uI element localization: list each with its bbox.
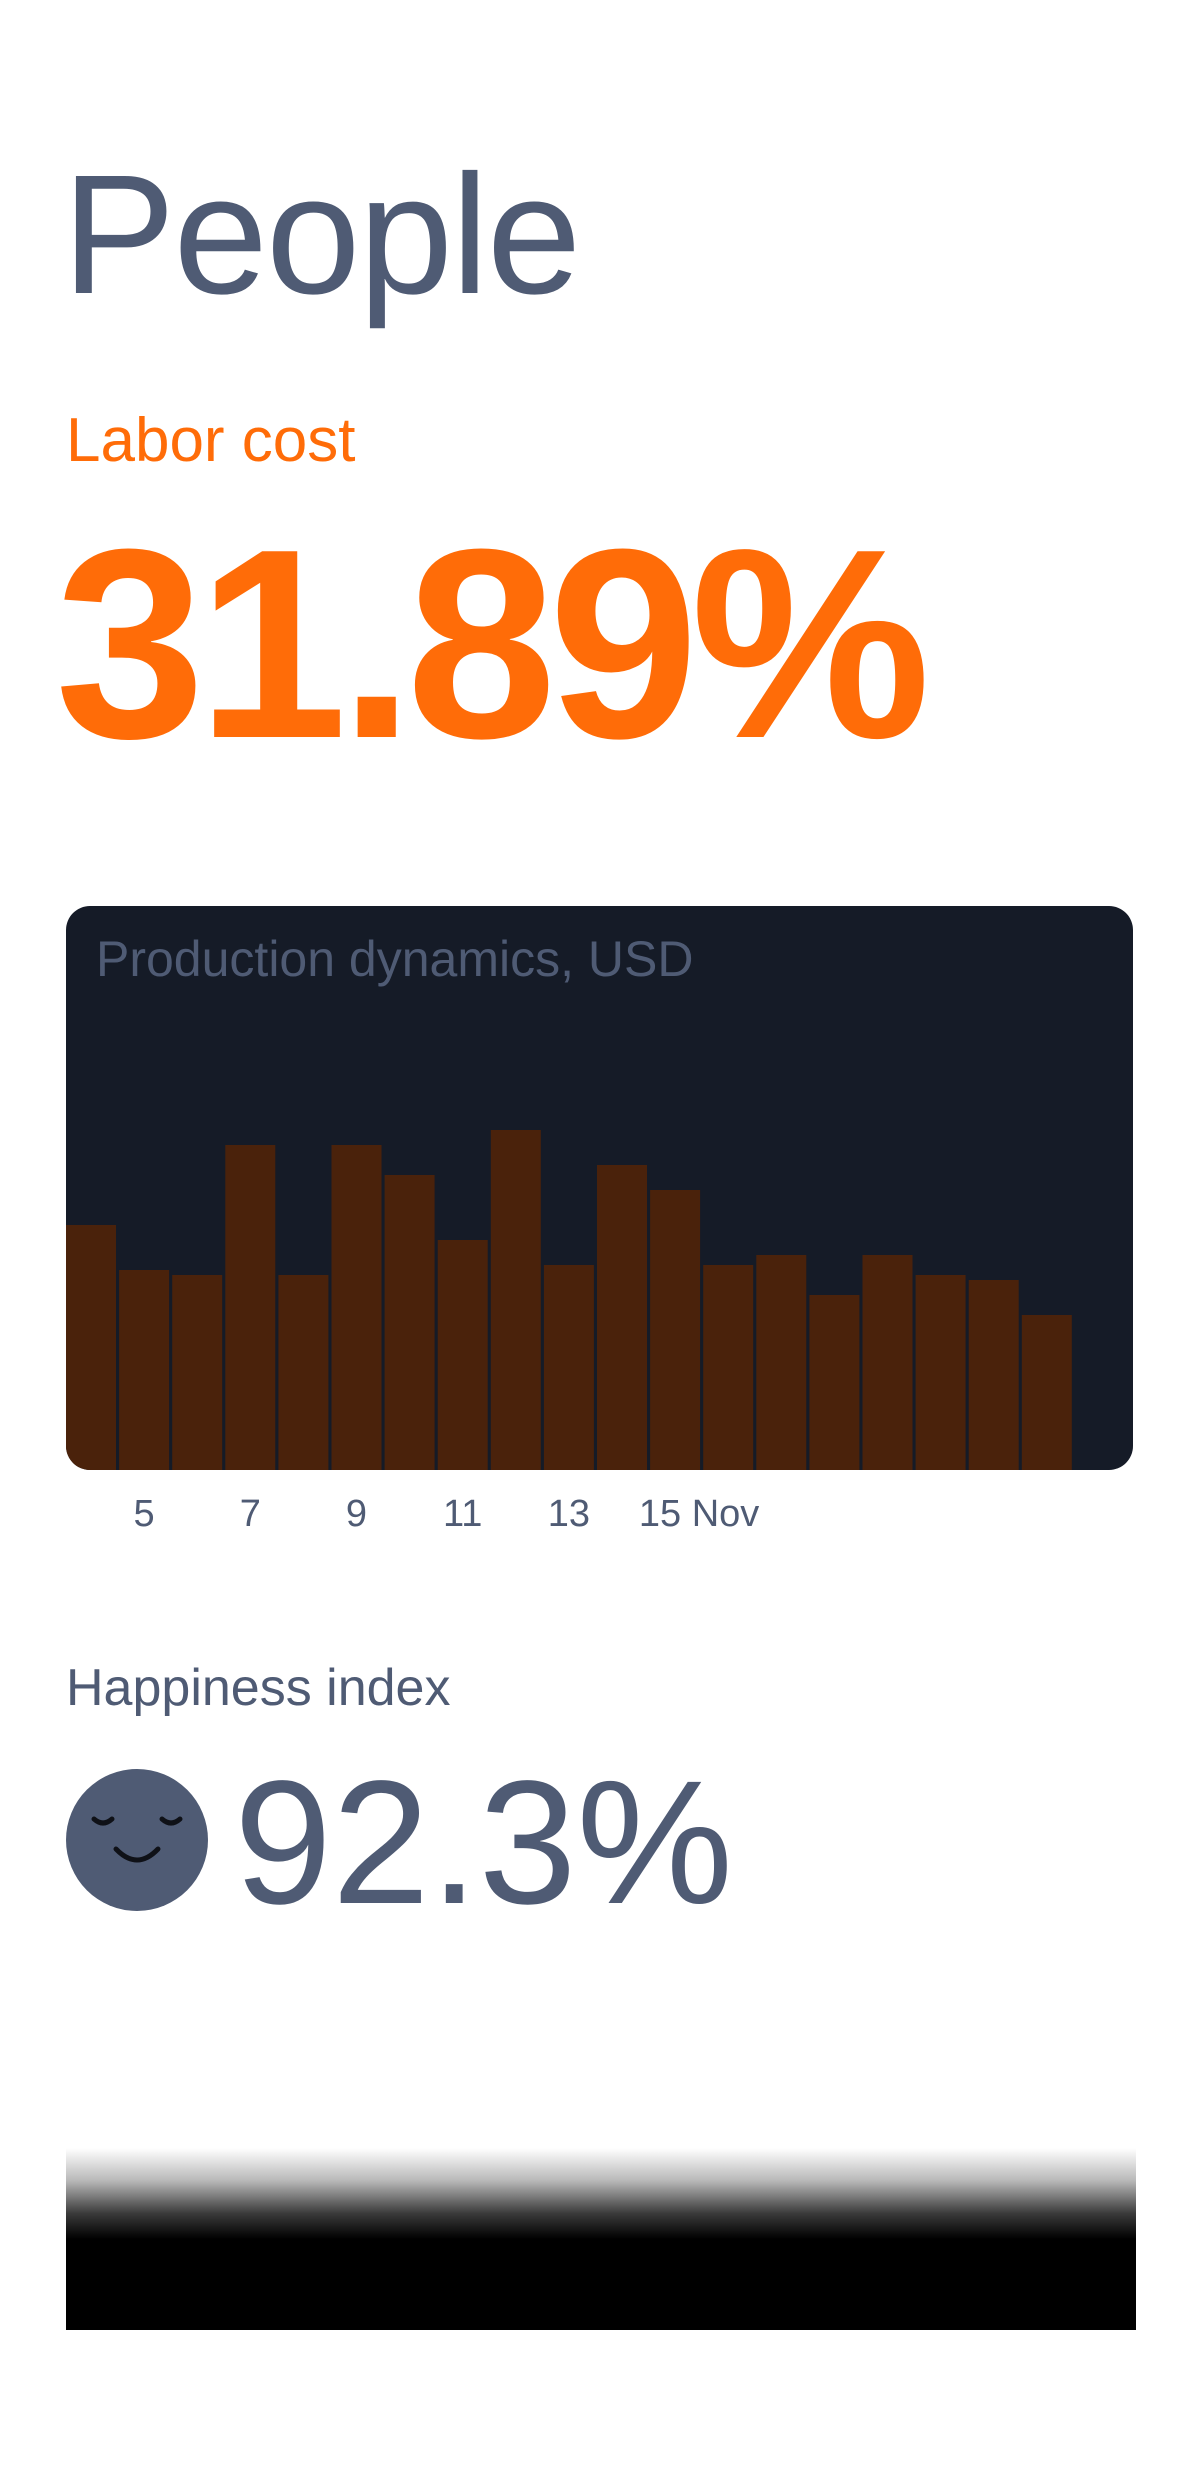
chart-bar <box>225 1145 276 1470</box>
chart-bar <box>66 1225 116 1470</box>
chart-bar <box>597 1165 647 1470</box>
x-tick-label: 7 <box>239 1493 261 1535</box>
bottom-fade-panel <box>66 2148 1136 2330</box>
chart-bar <box>915 1275 966 1470</box>
chart-bar <box>119 1270 170 1470</box>
happiness-index-label: Happiness index <box>66 1659 451 1717</box>
chart-bar <box>1021 1315 1072 1470</box>
x-tick-label: 13 <box>547 1493 591 1535</box>
chart-bar <box>809 1295 860 1470</box>
chart-bar <box>278 1275 329 1470</box>
chart-bar <box>650 1190 701 1470</box>
chart-x-axis: 5 7 9 11 13 15 Nov <box>66 1495 1146 1545</box>
chart-bar <box>862 1255 913 1470</box>
labor-cost-label: Labor cost <box>66 406 356 475</box>
chart-bar <box>756 1255 807 1470</box>
chart-bar <box>331 1145 382 1470</box>
chart-bar <box>172 1275 223 1470</box>
labor-cost-value: 31.89% <box>55 494 931 795</box>
chart-bar <box>490 1130 541 1470</box>
x-tick-label: 9 <box>345 1493 368 1535</box>
chart-bar <box>437 1240 488 1470</box>
chart-bar <box>968 1280 1019 1470</box>
chart-bar <box>543 1265 594 1470</box>
x-tick-label: 15 Nov <box>638 1493 760 1535</box>
chart-bar <box>703 1265 754 1470</box>
x-tick-label: 5 <box>133 1493 155 1535</box>
happiness-index-value: 92.3% <box>234 1745 734 1941</box>
chart-bar <box>384 1175 435 1470</box>
production-chart <box>66 1130 1072 1470</box>
page-title: People <box>62 140 581 330</box>
chart-title: Production dynamics, USD <box>96 931 694 987</box>
smiling-face-icon <box>66 1769 208 1911</box>
production-chart-card: Production dynamics, USD <box>66 906 1133 1470</box>
x-tick-label: 11 <box>442 1493 483 1535</box>
